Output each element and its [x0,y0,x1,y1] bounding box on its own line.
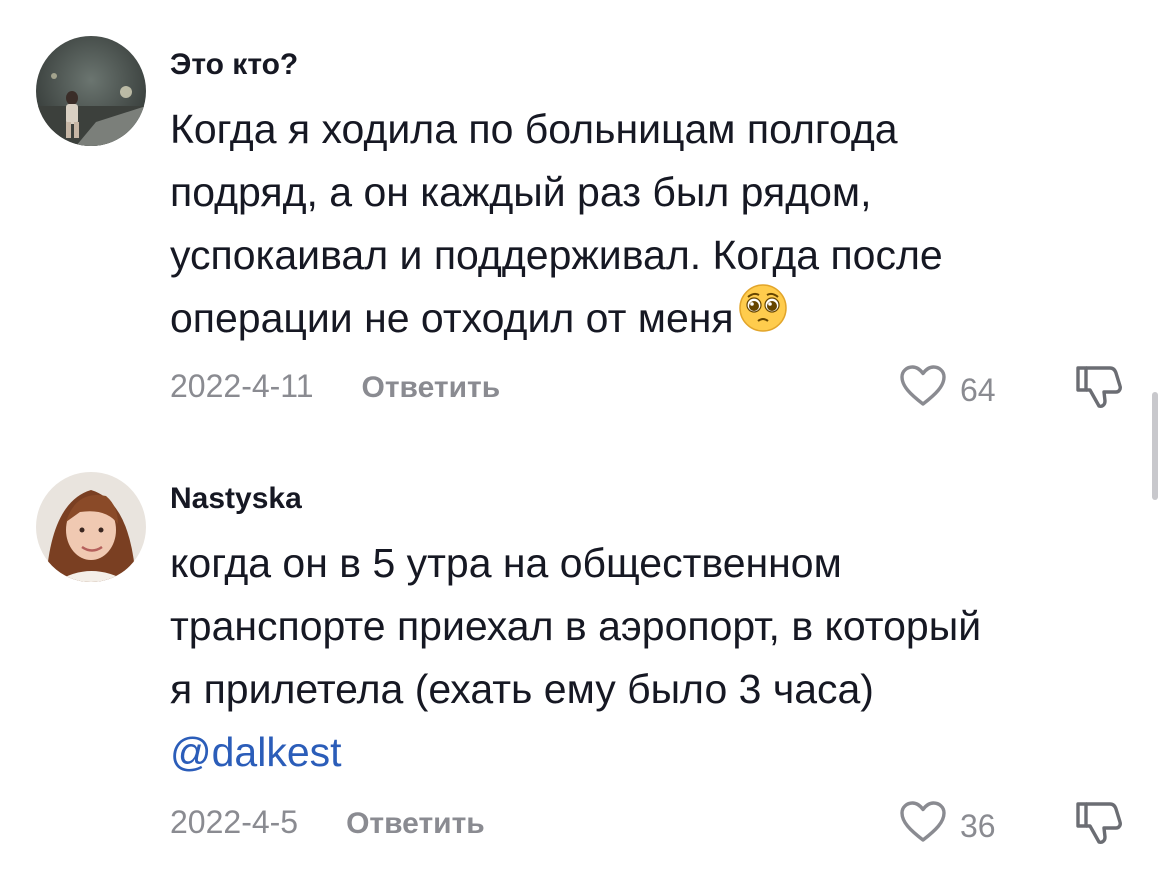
comment-text-line: подряд, а он каждый раз был рядом, [170,169,872,215]
like-button[interactable]: 64 [898,364,996,416]
comment-date: 2022-4-5 [170,804,299,840]
thumbs-down-icon [1074,802,1124,850]
like-count: 64 [960,371,996,408]
like-button[interactable]: 36 [898,800,996,852]
comment-username[interactable]: Это кто? [170,48,298,82]
comment-date: 2022-4-11 [170,368,314,404]
comment-text-line-with-emoji: операции не отходил от меня [170,284,1110,351]
comment-text: Когда я ходила по больницам полгода подр… [170,98,1110,351]
heart-icon [898,800,960,852]
comment-text-line: операции не отходил от меня [170,295,734,341]
avatar[interactable] [36,472,146,582]
comment-text-line: успокаивал и поддерживал. Когда после [170,232,943,278]
thumbs-down-icon [1074,366,1124,414]
comment-text-line: транспорте приехал в аэропорт, в который [170,603,982,649]
reply-button[interactable]: Ответить [346,807,485,840]
heart-icon [898,364,960,416]
comment-meta: 2022-4-11 Ответить [170,368,500,405]
comment-text-line: я прилетела (ехать ему было 3 часа) [170,666,874,712]
comment-text-line: когда он в 5 утра на общественном [170,540,842,586]
dislike-button[interactable] [1074,362,1124,415]
comment-username[interactable]: Nastyska [170,482,302,516]
avatar[interactable] [36,36,146,146]
scrollbar[interactable] [1152,392,1158,500]
dislike-button[interactable] [1074,798,1124,851]
comment-text: когда он в 5 утра на общественном трансп… [170,532,1110,784]
pleading-face-icon [738,283,788,351]
like-count: 36 [960,807,996,844]
comment-meta: 2022-4-5 Ответить [170,804,485,841]
comment-text-line: Когда я ходила по больницам полгода [170,106,898,152]
mention-link[interactable]: @dalkest [170,721,1110,784]
reply-button[interactable]: Ответить [362,371,501,404]
